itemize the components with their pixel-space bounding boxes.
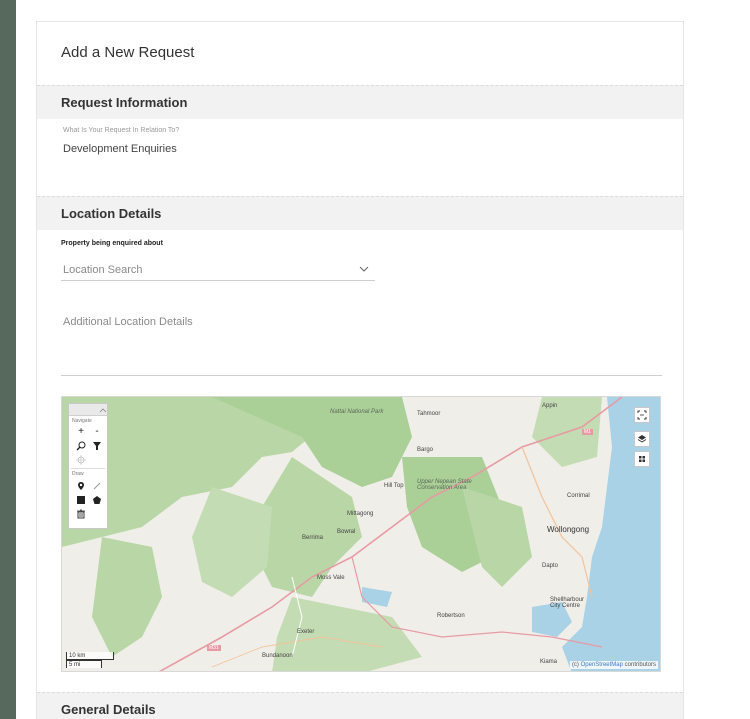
grid-icon — [639, 456, 645, 462]
fullscreen-button[interactable] — [634, 407, 650, 423]
scale-mi: 5 mi — [66, 660, 102, 668]
location-search-input[interactable] — [61, 259, 375, 281]
map-label-appin: Appin — [542, 403, 558, 409]
zoom-in-button[interactable]: + — [75, 426, 87, 438]
attribution-suffix: contributors — [624, 662, 656, 668]
navigate-group-label: Navigate — [72, 418, 92, 424]
magnifier-icon — [76, 441, 86, 451]
request-relation-label: What Is Your Request In Relation To? — [63, 127, 180, 134]
request-form-card: Add a New Request Request Information Wh… — [36, 21, 684, 719]
filter-button[interactable] — [91, 440, 103, 452]
map-label-wollongong: Wollongong — [547, 525, 590, 534]
basemap-grid-button[interactable] — [634, 451, 650, 467]
section-header-general-details: General Details — [37, 692, 683, 719]
fullscreen-icon — [637, 410, 647, 420]
draw-rectangle-button[interactable] — [75, 494, 87, 506]
map-label-kiama: Kiama — [540, 659, 558, 665]
crosshair-icon — [76, 455, 86, 465]
map-label-hill-top: Hill Top — [384, 483, 404, 489]
page-title: Add a New Request — [61, 44, 195, 61]
map-label-bowral: Bowral — [337, 529, 356, 535]
map-label-shellharbour: Shellharbour City Centre — [550, 597, 585, 609]
map-label-exeter: Exeter — [297, 629, 315, 635]
map-label-upper-nepean: Upper Nepean State Conservation Area — [417, 479, 472, 491]
map-label-moss-vale: Moss Vale — [317, 575, 345, 581]
map-label-m31: M31 — [207, 645, 221, 651]
toolbox-collapse-button[interactable] — [69, 404, 107, 416]
filter-icon — [93, 442, 101, 450]
map-toolbox: Navigate + - Draw — [68, 403, 108, 529]
square-icon — [77, 496, 85, 504]
chevron-up-icon — [99, 408, 107, 413]
locate-button[interactable] — [75, 454, 87, 466]
line-icon — [93, 482, 101, 490]
map-label-mittagong: Mittagong — [347, 511, 374, 517]
layers-icon — [637, 435, 647, 443]
draw-polygon-button[interactable] — [91, 494, 103, 506]
map-label-tahmoor: Tahmoor — [417, 411, 441, 417]
chevron-down-icon[interactable] — [359, 264, 369, 274]
draw-point-button[interactable] — [75, 480, 87, 492]
additional-location-details-input[interactable] — [61, 312, 662, 376]
map-pin-icon — [78, 482, 84, 490]
toolbox-divider — [71, 468, 105, 469]
scale-km: 10 km — [66, 652, 114, 660]
request-relation-value[interactable]: Development Enquiries — [63, 143, 177, 155]
map-attribution: (c) OpenStreetMap contributors — [569, 661, 658, 669]
attribution-link[interactable]: OpenStreetMap — [581, 662, 623, 668]
pentagon-icon — [93, 496, 101, 504]
map-label-berrima: Berrima — [302, 535, 324, 541]
trash-icon — [77, 509, 85, 519]
map-label-national-park: Nattai National Park — [330, 409, 384, 415]
map-label-robertson: Robertson — [437, 613, 465, 619]
section-title: Location Details — [61, 206, 162, 221]
map-view[interactable]: Nattai National Park Upper Nepean State … — [61, 396, 661, 672]
section-header-location-details: Location Details — [37, 196, 683, 230]
map-tiles — [62, 397, 660, 671]
zoom-out-button[interactable]: - — [91, 426, 103, 438]
section-title: Request Information — [61, 95, 188, 110]
zoom-search-button[interactable] — [75, 440, 87, 452]
map-label-corrimal: Corrimal — [567, 493, 590, 499]
section-title: General Details — [61, 702, 156, 717]
section-header-request-information: Request Information — [37, 85, 683, 119]
map-label-m1: M1 — [582, 429, 593, 435]
map-label-dapto: Dapto — [542, 563, 559, 569]
attribution-prefix: (c) — [571, 662, 579, 668]
property-label: Property being enquired about — [61, 240, 163, 247]
draw-group-label: Draw — [72, 471, 84, 477]
map-label-bargo: Bargo — [417, 447, 434, 453]
layers-button[interactable] — [634, 431, 650, 447]
delete-drawing-button[interactable] — [75, 508, 87, 520]
map-scale-bar: 10 km 5 mi — [66, 652, 114, 668]
draw-line-button[interactable] — [91, 480, 103, 492]
map-label-bundanoon: Bundanoon — [262, 653, 293, 659]
